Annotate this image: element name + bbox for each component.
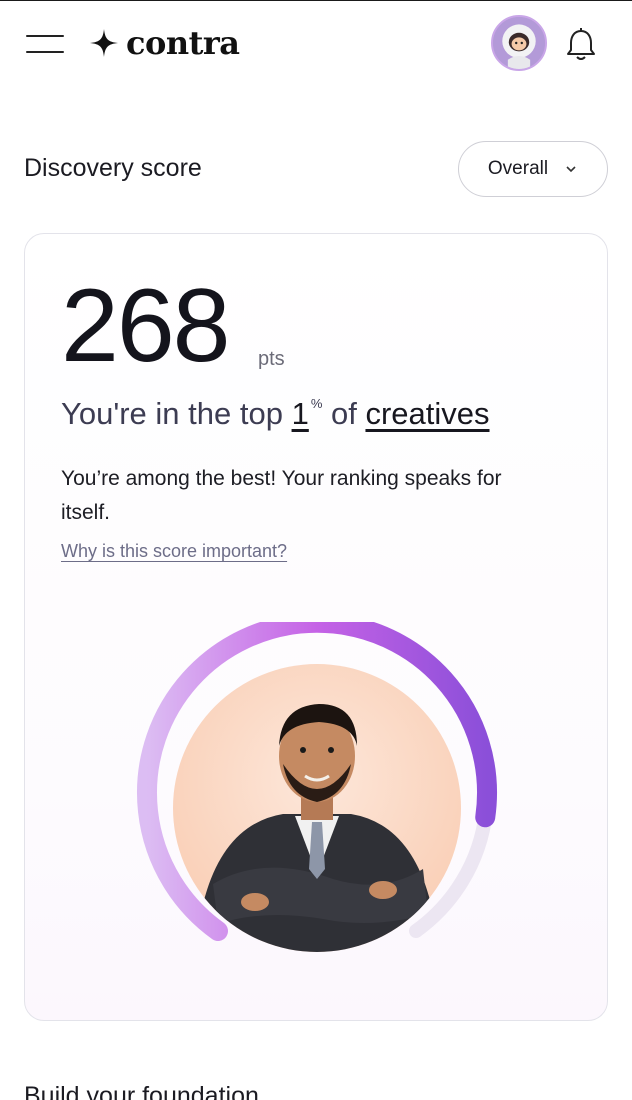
contra-star-icon xyxy=(90,29,118,57)
score-unit: pts xyxy=(258,348,285,370)
score-value: 268 xyxy=(61,268,231,384)
rank-middle: of xyxy=(322,396,366,431)
rank-number: 1 xyxy=(291,396,309,431)
discovery-score-title: Discovery score xyxy=(24,154,202,182)
rank-prefix: You're in the top xyxy=(61,396,292,431)
rank-group-link[interactable]: creatives xyxy=(365,396,489,431)
why-score-important-link[interactable]: Why is this score important? xyxy=(61,541,287,562)
logo-text: contra xyxy=(126,24,240,62)
score-filter-dropdown[interactable]: Overall xyxy=(458,141,608,197)
menu-icon[interactable] xyxy=(26,33,64,55)
contra-logo[interactable]: contra xyxy=(88,23,240,63)
profile-photo xyxy=(173,664,461,952)
avatar[interactable] xyxy=(491,15,547,71)
score-card: 268 pts You're in the top 1% of creative… xyxy=(24,233,608,1021)
dropdown-selected-label: Overall xyxy=(487,158,549,179)
build-foundation-title: Build your foundation xyxy=(24,1082,259,1100)
score-description: You’re among the best! Your ranking spea… xyxy=(61,467,502,524)
astronaut-avatar-icon xyxy=(493,17,545,69)
person-portrait-icon xyxy=(203,704,431,952)
rank-percent-symbol: % xyxy=(310,396,323,411)
rank-statement: You're in the top 1% of creatives xyxy=(61,396,490,432)
top-bar: contra xyxy=(0,0,632,88)
bell-icon[interactable] xyxy=(560,23,602,65)
chevron-down-icon xyxy=(566,166,576,173)
